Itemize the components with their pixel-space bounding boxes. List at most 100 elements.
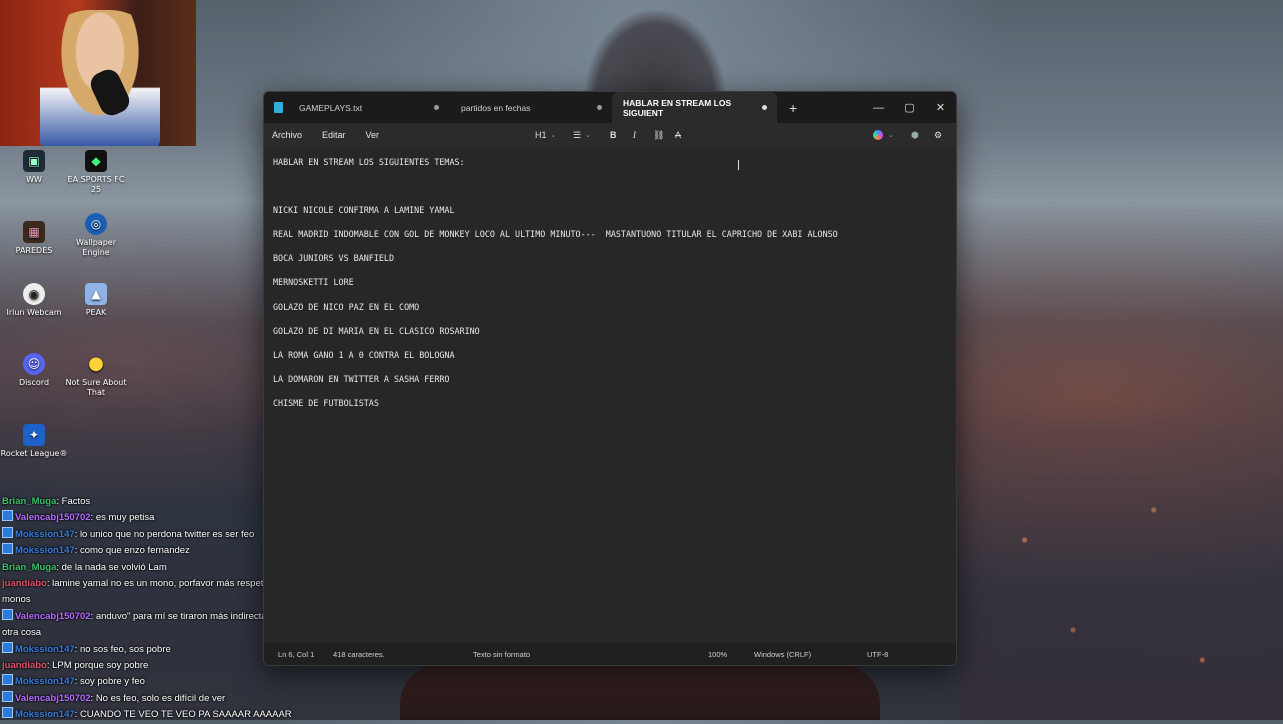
new-tab-button[interactable]: + — [789, 100, 797, 116]
settings-button[interactable]: ⚙ — [934, 123, 942, 147]
editor-line: BOCA JUNIORS VS BANFIELD — [273, 253, 395, 264]
unsaved-dot-icon — [762, 105, 767, 110]
chat-message: juandiabo: LPM porque soy pobre — [2, 658, 302, 674]
desktop-icon-discord[interactable]: ☺ Discord — [0, 353, 68, 388]
chat-username[interactable]: Valencabj150702 — [15, 693, 91, 704]
chat-username[interactable]: Valencabj150702 — [15, 512, 91, 523]
chat-message: Mokssion147: CUANDO TE VEO TE VEO PA SAA… — [2, 707, 302, 723]
chat-message: Mokssion147: lo unico que no perdona twi… — [2, 526, 302, 543]
editor-content[interactable]: HABLAR EN STREAM LOS SIGUIENTES TEMAS: NI… — [273, 150, 838, 415]
desktop-icon-not-sure[interactable]: ● Not Sure About That — [62, 353, 130, 398]
peak-icon: ▲ — [85, 283, 107, 305]
chevron-down-icon: ⌄ — [888, 132, 894, 139]
encoding[interactable]: UTF-8 — [867, 650, 888, 659]
gear-icon: ⚙ — [934, 129, 943, 140]
subscriber-badge-icon — [2, 641, 13, 653]
editor-line: NICKI NICOLE CONFIRMA A LAMINE YAMAL — [273, 205, 455, 216]
editor-line: LA DOMARON EN TWITTER A SASHA FERRO — [273, 373, 450, 384]
tab-hablar-en-stream[interactable]: HABLAR EN STREAM LOS SIGUIENT — [612, 92, 777, 123]
menu-ver[interactable]: Ver — [366, 130, 380, 140]
text-editor[interactable]: HABLAR EN STREAM LOS SIGUIENTES TEMAS: NI… — [264, 147, 956, 643]
menu-archivo[interactable]: Archivo — [272, 130, 302, 140]
chat-username[interactable]: Valencabj150702 — [15, 611, 91, 622]
desktop-icon-label: Not Sure About That — [65, 378, 127, 397]
chat-username[interactable]: Mokssion147 — [15, 529, 75, 540]
bold-button[interactable]: B — [610, 123, 617, 147]
chat-text: : no sos feo, sos pobre — [74, 643, 171, 655]
heading-dropdown[interactable]: H1 ⌄ — [535, 123, 556, 147]
list-icon: ☰ — [573, 129, 582, 140]
wallpaper-cloak — [400, 664, 880, 720]
chat-text: : CUANDO TE VEO TE VEO PA SAAAAR AAAAAR — [74, 709, 292, 721]
iriun-webcam-icon: ◉ — [23, 283, 45, 305]
editor-line: HABLAR EN STREAM LOS SIGUIENTES TEMAS: — [273, 157, 465, 167]
chat-message: Valencabj150702: anduvo" para mí se tira… — [2, 608, 302, 642]
text-cursor-icon — [738, 160, 745, 170]
desktop-icon-ww[interactable]: ▣ WW — [0, 150, 68, 185]
desktop-icon-ea-fc[interactable]: ◆ EA SPORTS FC 25 — [62, 150, 130, 195]
maximize-button[interactable]: ▢ — [894, 92, 925, 123]
chat-message: Valencabj150702: No es feo, solo es difí… — [2, 690, 302, 707]
minimize-button[interactable]: — — [863, 92, 894, 123]
chat-username[interactable]: Brian_Muga — [2, 562, 56, 573]
unsaved-dot-icon — [434, 105, 439, 110]
italic-button[interactable]: I — [633, 123, 636, 147]
clear-format-button[interactable]: A — [675, 123, 681, 147]
list-dropdown[interactable]: ☰ ⌄ — [573, 123, 591, 147]
zoom-level[interactable]: 100% — [708, 650, 727, 659]
tab-partidos[interactable]: partidos en fechas — [449, 92, 612, 123]
chat-username[interactable]: Mokssion147 — [15, 676, 75, 687]
tab-label: partidos en fechas — [461, 102, 531, 113]
chat-message: Mokssion147: como que enzo fernandez — [2, 543, 302, 559]
copilot-button[interactable]: ⌄ — [873, 123, 894, 147]
chat-username[interactable]: Brian_Muga — [2, 496, 56, 507]
chat-text: : LPM porque soy pobre — [46, 660, 149, 672]
clear-format-icon: A — [675, 130, 682, 140]
wallpaper-engine-icon: ◎ — [85, 213, 107, 235]
tab-gameplays[interactable]: GAMEPLAYS.txt — [264, 92, 449, 123]
link-icon: ⛓ — [653, 129, 665, 140]
close-button[interactable]: ✕ — [925, 92, 956, 123]
link-button[interactable]: ⛓ — [653, 123, 664, 147]
rocket-league-icon: ✦ — [23, 424, 45, 446]
chevron-down-icon: ⌄ — [585, 132, 591, 139]
chat-username[interactable]: juandiabo — [2, 578, 47, 589]
chat-text: : de la nada se volvió Lam — [56, 561, 167, 573]
text-format: Texto sin formato — [473, 650, 531, 659]
desktop-icon-rocket-league[interactable]: ✦ Rocket League® — [0, 424, 68, 459]
menu-editar[interactable]: Editar — [322, 130, 346, 140]
window-controls: — ▢ ✕ — [863, 92, 956, 123]
desktop-icon-peak[interactable]: ▲ PEAK — [62, 283, 130, 318]
chat-username[interactable]: juandiabo — [2, 660, 47, 671]
not-sure-about-that-icon: ● — [88, 353, 104, 374]
chat-message: Valencabj150702: es muy petisa — [2, 510, 302, 526]
chat-message: Brian_Muga: Factos — [2, 494, 302, 510]
notepad-file-icon — [274, 102, 283, 113]
extensions-icon: ⬢ — [911, 129, 919, 140]
desktop-icon-iriun[interactable]: ◉ Iriun Webcam — [0, 283, 68, 318]
desktop-icon-wallpaper-engine[interactable]: ◎ Wallpaper Engine — [62, 213, 130, 258]
extensions-button[interactable]: ⬢ — [911, 123, 919, 147]
subscriber-badge-icon — [2, 526, 13, 538]
menu-bar: Archivo Editar Ver H1 ⌄ ☰ ⌄ B I ⛓ A ⌄ ⬢ … — [264, 123, 956, 147]
chat-text: : es muy petisa — [90, 512, 155, 524]
subscriber-badge-icon — [2, 674, 13, 686]
desktop-icon-paredes[interactable]: ▦ PAREDES — [0, 221, 68, 256]
chat-username[interactable]: Mokssion147 — [15, 644, 75, 655]
desktop-icon-label: Iriun Webcam — [6, 308, 62, 317]
stream-chat: Brian_Muga: Factos Valencabj150702: es mu… — [2, 494, 302, 724]
desktop-icon-label: Discord — [18, 378, 50, 387]
chat-username[interactable]: Mokssion147 — [15, 709, 75, 720]
desktop-icon-label: PAREDES — [15, 246, 53, 255]
chat-username[interactable]: Mokssion147 — [15, 545, 75, 556]
line-ending[interactable]: Windows (CRLF) — [754, 650, 811, 659]
desktop-icon-label: PEAK — [85, 308, 107, 317]
streamer-webcam — [0, 0, 196, 146]
editor-line: REAL MADRID INDOMABLE CON GOL DE MONKEY … — [273, 229, 838, 240]
chat-text: : Factos — [56, 496, 91, 507]
discord-icon: ☺ — [23, 353, 45, 375]
chat-text: : soy pobre y feo — [74, 676, 145, 688]
desktop-icon-label: EA SPORTS FC 25 — [67, 175, 125, 194]
chat-text: : lo unico que no perdona twitter es ser… — [74, 528, 255, 540]
heading-label: H1 — [535, 130, 547, 140]
